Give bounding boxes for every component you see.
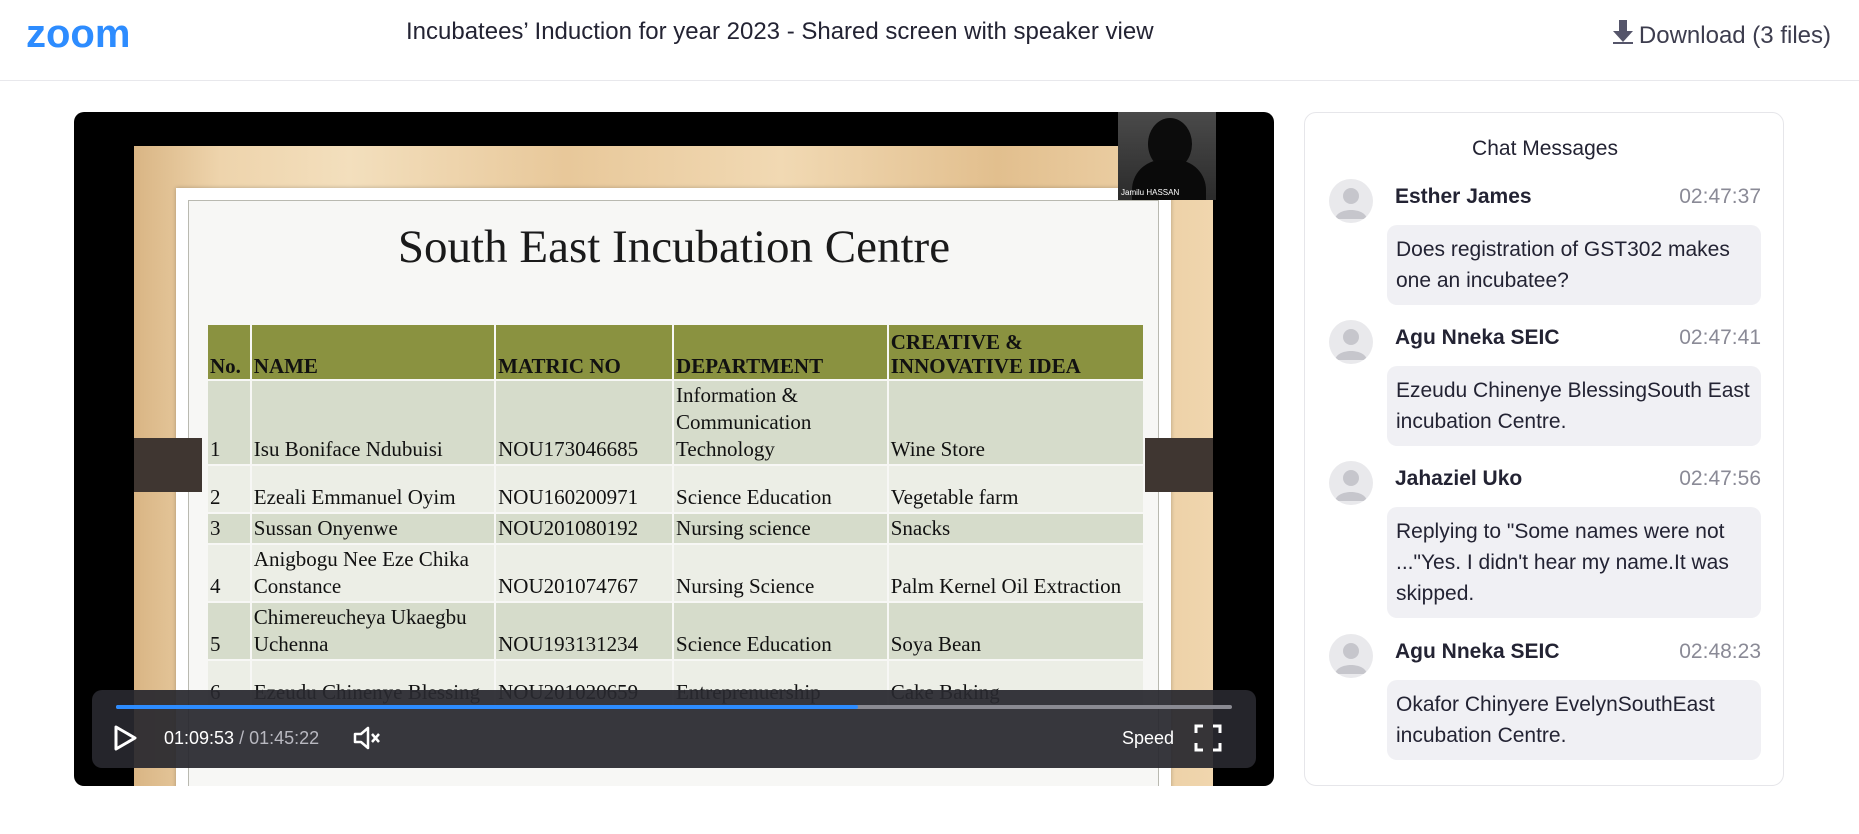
message-time: 02:47:56 <box>1679 467 1761 490</box>
download-label: Download (3 files) <box>1638 21 1831 49</box>
column-header: MATRIC NO <box>494 323 675 381</box>
table-cell: Chimereucheya Ukaegbu Uchenna <box>249 601 497 661</box>
message-text: Does registration of GST302 makes one an… <box>1387 225 1761 305</box>
time-display: 01:09:53 / 01:45:22 <box>164 728 319 749</box>
speed-button[interactable]: Speed <box>1122 728 1174 749</box>
table-cell: Vegetable farm <box>886 464 1146 514</box>
table-cell: Palm Kernel Oil Extraction <box>886 543 1146 603</box>
slide-decor-left <box>134 438 202 492</box>
user-avatar-icon <box>1329 320 1373 364</box>
user-avatar-icon <box>1329 634 1373 678</box>
incubatee-table: No. NAME MATRIC NO DEPARTMENT CREATIVE &… <box>206 323 1146 709</box>
table-row: 1 Isu Boniface Ndubuisi NOU173046685 Inf… <box>206 379 1146 466</box>
table-cell: Science Education <box>672 464 889 514</box>
table-cell: NOU201074767 <box>494 543 675 603</box>
svg-text:zoom: zoom <box>26 14 130 54</box>
column-header: NAME <box>249 323 497 381</box>
table-cell: Ezeali Emmanuel Oyim <box>249 464 497 514</box>
top-bar: zoom Incubatees’ Induction for year 2023… <box>0 0 1859 81</box>
table-row: 3 Sussan Onyenwe NOU201080192 Nursing sc… <box>206 512 1146 545</box>
table-cell: NOU201080192 <box>494 512 675 545</box>
table-cell: 1 <box>206 379 252 466</box>
table-row: 5 Chimereucheya Ukaegbu Uchenna NOU19313… <box>206 601 1146 661</box>
message-text: Replying to "Some names were not ..."Yes… <box>1387 507 1761 618</box>
message-time: 02:47:37 <box>1679 185 1761 208</box>
speaker-name: Jamilu HASSAN <box>1121 188 1180 197</box>
time-separator: / <box>239 728 245 748</box>
slide-decor-right <box>1145 438 1213 492</box>
table-cell: Isu Boniface Ndubuisi <box>249 379 497 466</box>
message-time: 02:48:23 <box>1679 640 1761 663</box>
download-button[interactable]: Download (3 files) <box>1612 20 1831 51</box>
table-cell: 2 <box>206 464 252 514</box>
table-cell: Wine Store <box>886 379 1146 466</box>
message-sender: Agu Nneka SEIC <box>1395 640 1560 663</box>
table-cell: Science Education <box>672 601 889 661</box>
recording-title: Incubatees’ Induction for year 2023 - Sh… <box>406 18 1154 45</box>
table-cell: NOU173046685 <box>494 379 675 466</box>
column-header: DEPARTMENT <box>672 323 889 381</box>
progress-fill <box>116 705 859 709</box>
table-cell: Soya Bean <box>886 601 1146 661</box>
user-avatar-icon <box>1329 461 1373 505</box>
table-row: 2 Ezeali Emmanuel Oyim NOU160200971 Scie… <box>206 464 1146 514</box>
table-row: 4 Anigbogu Nee Eze Chika Constance NOU20… <box>206 543 1146 603</box>
table-cell: Sussan Onyenwe <box>249 512 497 545</box>
table-cell: NOU160200971 <box>494 464 675 514</box>
message-text: Ezeudu Chinenye BlessingSouth East incub… <box>1387 366 1761 446</box>
user-avatar-icon <box>1329 179 1373 223</box>
download-arrow-icon <box>1612 20 1633 51</box>
play-icon[interactable] <box>112 724 138 752</box>
table-cell: 4 <box>206 543 252 603</box>
volume-mute-icon[interactable] <box>352 724 382 752</box>
speaker-thumbnail[interactable]: Jamilu HASSAN <box>1118 112 1216 200</box>
table-cell: Nursing science <box>672 512 889 545</box>
chat-panel: Chat Messages Esther James 02:47:37 Does… <box>1304 112 1784 786</box>
slide-title: South East Incubation Centre <box>397 221 951 273</box>
message-sender: Agu Nneka SEIC <box>1395 326 1560 349</box>
column-header: No. <box>206 323 252 381</box>
playback-controls: 01:09:53 / 01:45:22 Speed <box>92 690 1256 768</box>
message-time: 02:47:41 <box>1679 326 1761 349</box>
total-time: 01:45:22 <box>249 728 320 748</box>
zoom-logo[interactable]: zoom <box>26 14 160 54</box>
table-header-row: No. NAME MATRIC NO DEPARTMENT CREATIVE &… <box>206 323 1146 381</box>
column-header: CREATIVE & INNOVATIVE IDEA <box>886 323 1146 381</box>
table-cell: 3 <box>206 512 252 545</box>
table-cell: NOU193131234 <box>494 601 675 661</box>
fullscreen-icon[interactable] <box>1194 724 1222 752</box>
message-text: Okafor Chinyere EvelynSouthEast incubati… <box>1387 680 1761 760</box>
message-sender: Esther James <box>1395 185 1532 208</box>
table-cell: Anigbogu Nee Eze Chika Constance <box>249 543 497 603</box>
table-cell: Information & Communication Technology <box>672 379 889 466</box>
table-cell: Snacks <box>886 512 1146 545</box>
video-player[interactable]: South East Incubation Centre No. NAME MA… <box>74 112 1274 786</box>
message-sender: Jahaziel Uko <box>1395 467 1523 490</box>
current-time: 01:09:53 <box>164 728 235 748</box>
chat-title: Chat Messages <box>1472 137 1618 160</box>
table-cell: Nursing Science <box>672 543 889 603</box>
progress-bar[interactable] <box>116 705 1232 709</box>
table-cell: 5 <box>206 601 252 661</box>
